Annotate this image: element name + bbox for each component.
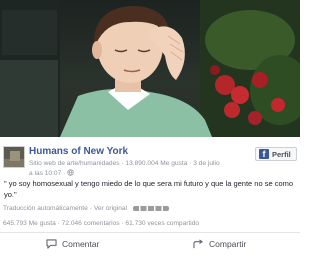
profile-button-label: Perfil [272,149,291,159]
globe-icon [67,168,74,176]
comment-button[interactable]: Comentar [46,239,99,249]
share-button[interactable]: Compartir [193,239,246,249]
translation-row: Traducción automáticamente · Ver origina… [3,205,169,212]
translation-rating[interactable] [133,206,169,211]
share-label: Compartir [209,239,247,249]
post-meta: Sitio web de arte/humanidades · 13.890.0… [29,159,251,178]
translated-label: Traducción automáticamente [3,205,88,212]
separator: · [89,205,92,212]
share-arrow-icon [193,239,203,249]
comment-label: Comentar [62,239,100,249]
avatar[interactable] [3,146,25,168]
page-name-link[interactable]: Humans of New York [29,146,128,157]
meta-line-1: Sitio web de arte/humanidades · 13.890.0… [29,160,220,167]
post-text: " yo soy homosexual y tengo miedo de lo … [4,179,294,199]
profile-button[interactable]: f Perfil [255,147,297,161]
see-original-link[interactable]: Ver original [94,205,127,212]
engagement-stats[interactable]: 645.793 Me gusta · 72.046 comentarios · … [3,220,199,227]
photo-illustration [0,0,300,137]
timestamp-link[interactable]: a las 10:07 · [29,170,67,177]
post-photo[interactable] [0,0,300,137]
facebook-f-icon: f [259,149,269,159]
speech-bubble-icon [46,239,57,249]
divider [0,232,300,233]
